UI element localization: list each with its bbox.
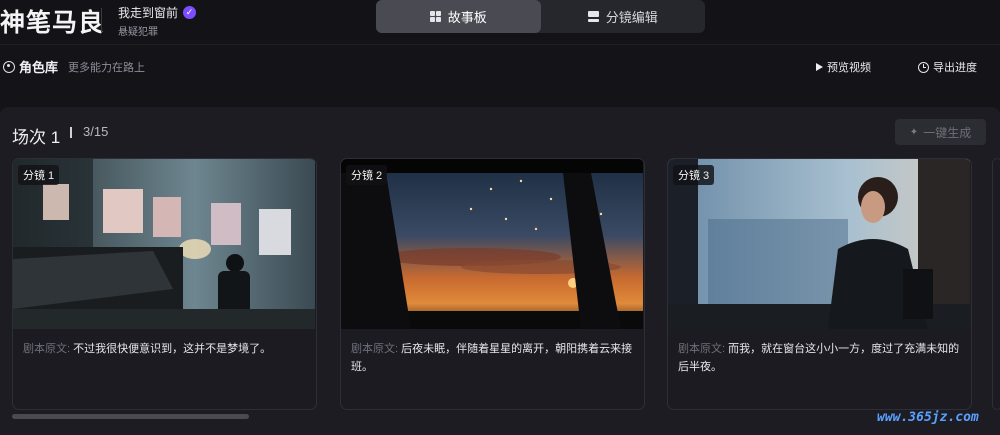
scene-count: 3/15 [83, 124, 109, 139]
tab-shot-editing[interactable]: 分镜编辑 [541, 0, 706, 33]
project-title-text: 我走到窗前 [118, 6, 179, 20]
script-content: 不过我很快便意识到，这并不是梦境了。 [73, 343, 272, 355]
play-icon [816, 63, 823, 71]
shot-thumbnail[interactable]: 分镜 1 [13, 159, 315, 329]
shot-card-partial[interactable] [992, 158, 1000, 410]
script-text: 剧本原文: 不过我很快便意识到，这并不是梦境了。 [23, 340, 307, 358]
person-icon [3, 60, 15, 73]
one-click-generate-button[interactable]: ✦ 一键生成 [895, 119, 986, 145]
tab-storyboard[interactable]: 故事板 [376, 0, 541, 33]
tab-shot-editing-label: 分镜编辑 [605, 10, 658, 25]
project-genre: 悬疑犯罪 [118, 27, 158, 38]
shot-thumbnail[interactable]: 分镜 2 [341, 159, 643, 329]
shot-card[interactable]: 分镜 1 剧本原文: 不过我很快便意识到，这并不是梦境了。 [12, 158, 317, 410]
toolbar: 角色库 更多能力在路上 预览视频 导出进度 [0, 50, 1000, 80]
scene-separator [70, 127, 72, 138]
scene-title: 场次 1 [12, 128, 61, 147]
app-logo[interactable]: 神笔马良 [0, 3, 104, 39]
horizontal-scrollbar[interactable] [12, 414, 249, 419]
script-prefix: 剧本原文: [23, 343, 71, 355]
project-title: 我走到窗前 ✓ [118, 4, 197, 21]
role-library-button[interactable]: 角色库 [3, 57, 58, 76]
export-progress-button[interactable]: 导出进度 [918, 59, 977, 75]
app-header: 神笔马良 我走到窗前 ✓ 悬疑犯罪 故事板 分镜编辑 [0, 0, 1000, 40]
grid-icon [429, 11, 441, 22]
view-mode-switch: 故事板 分镜编辑 [376, 0, 705, 33]
script-prefix: 剧本原文: [678, 343, 726, 355]
header-divider [0, 44, 1000, 45]
role-library-label: 角色库 [19, 60, 59, 75]
export-progress-label: 导出进度 [933, 62, 977, 74]
generate-label: 一键生成 [923, 125, 972, 140]
preview-video-label: 预览视频 [827, 62, 871, 74]
scene-panel: 场次 1 3/15 ✦ 一键生成 分镜 1 剧本原文: 不过我很快便意识到，这并… [0, 107, 1000, 435]
shot-thumbnail[interactable]: 分镜 3 [668, 159, 970, 329]
watermark: www.365jz.com [877, 410, 979, 425]
shot-label: 分镜 2 [346, 165, 388, 185]
panel-icon [587, 11, 599, 22]
verified-badge-icon: ✓ [183, 6, 197, 19]
script-prefix: 剧本原文: [351, 343, 399, 355]
preview-video-button[interactable]: 预览视频 [816, 59, 871, 75]
shot-card[interactable]: 分镜 2 剧本原文: 后夜未眠，伴随着星星的离开，朝阳携着云来接班。 [340, 158, 645, 410]
shot-card[interactable]: 分镜 3 剧本原文: 而我，就在窗台这小小一方，度过了充满未知的后半夜。 [667, 158, 972, 410]
sparkle-icon: ✦ [909, 126, 919, 138]
script-text: 剧本原文: 而我，就在窗台这小小一方，度过了充满未知的后半夜。 [678, 340, 962, 376]
clock-icon [918, 61, 929, 73]
more-ability-text: 更多能力在路上 [68, 62, 145, 74]
shot-label: 分镜 1 [18, 165, 60, 185]
divider [101, 8, 102, 32]
script-text: 剧本原文: 后夜未眠，伴随着星星的离开，朝阳携着云来接班。 [351, 340, 635, 376]
shot-label: 分镜 3 [673, 165, 715, 185]
tab-storyboard-label: 故事板 [447, 10, 487, 25]
